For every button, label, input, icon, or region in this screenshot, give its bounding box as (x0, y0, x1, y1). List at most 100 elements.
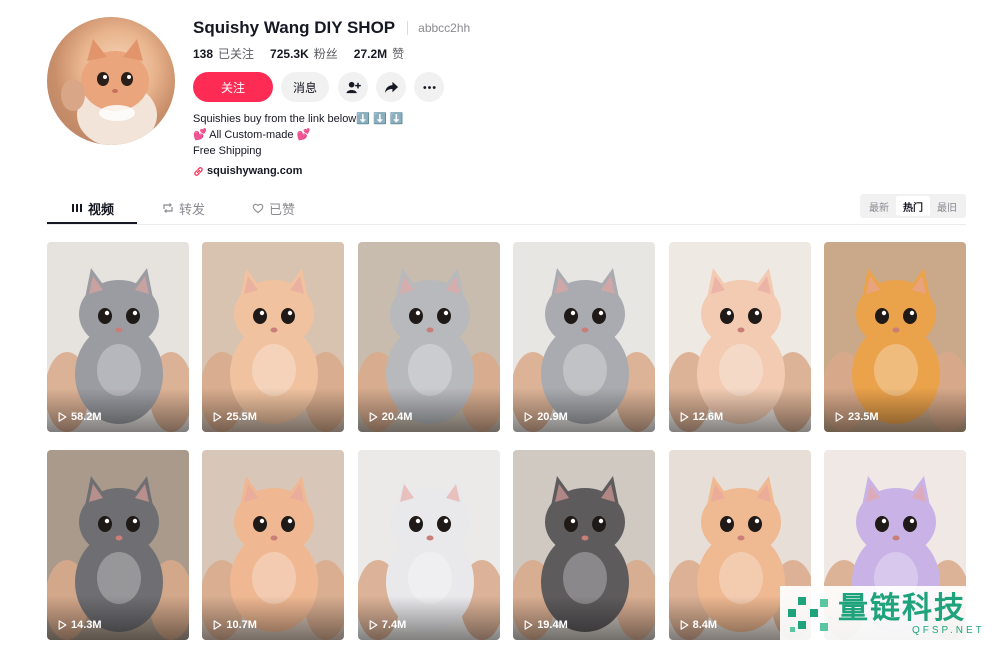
play-icon (213, 412, 222, 422)
watermark-logo-icon (788, 597, 828, 632)
stat-likes-count: 27.2M (353, 47, 388, 61)
video-card[interactable]: 25.5M (202, 242, 345, 432)
view-count: 58.2M (58, 411, 102, 423)
name-row: Squishy Wang DIY SHOP abbcc2hh (193, 16, 753, 40)
view-count-text: 14.3M (71, 619, 102, 631)
thumbnail-gradient (513, 596, 656, 640)
profile-bio: Squishies buy from the link below⬇️ ⬇️ ⬇… (193, 111, 753, 159)
view-count: 12.6M (680, 411, 724, 423)
more-button[interactable] (414, 72, 444, 102)
view-count-text: 10.7M (226, 619, 257, 631)
view-count: 25.5M (213, 411, 257, 423)
add-friend-button[interactable] (338, 72, 368, 102)
stat-followers-label: 粉丝 (313, 47, 338, 61)
view-count: 14.3M (58, 619, 102, 631)
view-count: 20.9M (524, 411, 568, 423)
tab-videos-label: 视频 (88, 201, 115, 217)
tab-videos[interactable]: 视频 (71, 197, 114, 219)
link-icon (194, 166, 203, 176)
thumbnail-gradient (202, 388, 345, 432)
video-card[interactable]: 58.2M (47, 242, 189, 432)
thumbnail-gradient (47, 388, 189, 432)
repost-icon (163, 203, 173, 213)
watermark-title: 量链科技 (838, 592, 966, 625)
share-icon (384, 81, 398, 93)
tab-liked-label: 已赞 (269, 201, 296, 217)
play-icon (58, 412, 67, 422)
bio-line: Free Shipping (193, 145, 262, 157)
view-count-text: 19.4M (537, 619, 568, 631)
view-count: 8.4M (680, 619, 717, 631)
grid-icon (72, 204, 82, 212)
view-count-text: 23.5M (848, 411, 879, 423)
video-card[interactable]: 23.5M (824, 242, 966, 432)
view-count-text: 58.2M (71, 411, 102, 423)
thumbnail-gradient (513, 388, 656, 432)
play-icon (835, 412, 844, 422)
play-icon (58, 620, 67, 630)
stat-following[interactable]: 138 已关注 (193, 45, 254, 62)
sort-oldest[interactable]: 最旧 (930, 196, 964, 216)
profile-link-text: squishywang.com (207, 165, 303, 177)
watermark-subtitle: QFSP.NET (912, 625, 985, 636)
play-icon (680, 412, 689, 422)
stat-followers[interactable]: 725.3K 粉丝 (270, 45, 338, 62)
stat-likes: 27.2M 赞 (354, 45, 404, 62)
view-count-text: 20.9M (537, 411, 568, 423)
watermark: 量链科技 QFSP.NET (780, 586, 998, 644)
video-card[interactable]: 10.7M (202, 450, 345, 640)
follow-button[interactable]: 关注 (193, 72, 273, 102)
content-tabs: 视频 转发 已赞 最新 热门 最旧 (47, 193, 966, 225)
view-count: 19.4M (524, 619, 568, 631)
thumbnail-gradient (824, 388, 966, 432)
share-button[interactable] (376, 72, 406, 102)
message-button[interactable]: 消息 (281, 72, 329, 102)
view-count: 20.4M (369, 411, 412, 423)
video-card[interactable]: 20.4M (357, 242, 500, 432)
profile-handle: abbcc2hh (418, 21, 471, 35)
tab-reposts-label: 转发 (179, 201, 206, 217)
add-friend-icon (345, 81, 361, 93)
active-tab-underline (47, 222, 137, 224)
profile-name: Squishy Wang DIY SHOP (193, 18, 396, 37)
video-card[interactable]: 12.6M (668, 242, 811, 432)
profile-avatar[interactable] (47, 17, 175, 145)
play-icon (524, 620, 533, 630)
more-icon (422, 85, 436, 89)
profile-stats: 138 已关注 725.3K 粉丝 27.2M 赞 (193, 45, 753, 62)
view-count-text: 7.4M (381, 619, 407, 631)
view-count: 10.7M (213, 619, 257, 631)
sort-popular[interactable]: 热门 (896, 196, 930, 216)
name-divider (407, 21, 409, 35)
stat-following-count: 138 (193, 47, 214, 61)
profile-link[interactable]: squishywang.com (193, 165, 753, 177)
view-count-text: 25.5M (226, 411, 257, 423)
profile-actions: 关注 消息 (193, 72, 753, 102)
heart-icon (252, 203, 264, 214)
view-count-text: 12.6M (692, 411, 724, 423)
view-count: 23.5M (835, 411, 879, 423)
thumbnail-gradient (357, 596, 500, 640)
tab-liked[interactable]: 已赞 (252, 197, 295, 219)
video-card[interactable]: 20.9M (513, 242, 656, 432)
stat-likes-label: 赞 (392, 47, 405, 61)
stat-followers-count: 725.3K (270, 47, 309, 61)
play-icon (680, 620, 689, 630)
thumbnail-gradient (47, 596, 189, 640)
sort-toggle: 最新 热门 最旧 (860, 194, 966, 218)
video-card[interactable]: 19.4M (513, 450, 656, 640)
bio-line: Squishies buy from the link below⬇️ ⬇️ ⬇… (193, 113, 404, 125)
tab-reposts[interactable]: 转发 (162, 197, 205, 219)
thumbnail-gradient (357, 388, 500, 432)
play-icon (213, 620, 222, 630)
bio-line: 💕 All Custom-made 💕 (193, 129, 311, 141)
play-icon (369, 412, 378, 422)
sort-latest[interactable]: 最新 (862, 196, 896, 216)
watermark-text: 量链科技 QFSP.NET (838, 593, 985, 637)
play-icon (369, 620, 378, 630)
video-card[interactable]: 7.4M (357, 450, 500, 640)
profile-info: Squishy Wang DIY SHOP abbcc2hh 138 已关注 7… (193, 16, 753, 177)
thumbnail-gradient (202, 596, 345, 640)
stat-following-label: 已关注 (218, 47, 255, 61)
video-card[interactable]: 14.3M (47, 450, 189, 640)
